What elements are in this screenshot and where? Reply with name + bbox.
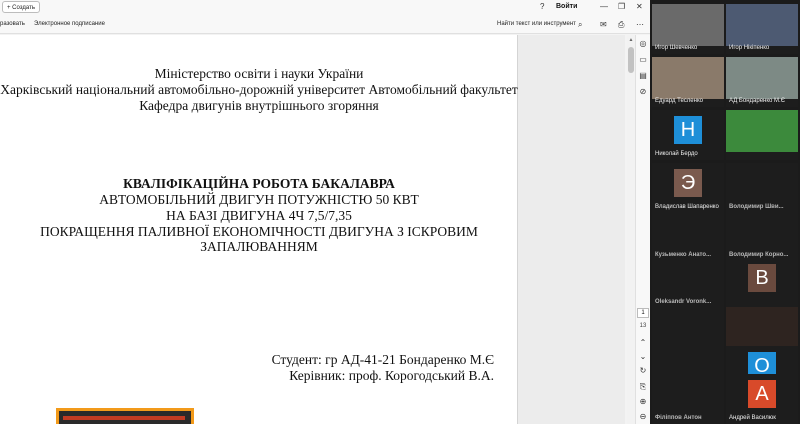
participant-tile[interactable]: АД Бондаренко М.Є [726,57,798,107]
participant-video [726,4,798,46]
doc-supervisor-line: Керівник: проф. Корогодський В.А. [289,368,494,383]
page-down-icon[interactable]: ⌄ [636,352,650,362]
attach-icon[interactable]: ⊘ [636,87,650,97]
doc-title-line-4: ЗАПАЛЮВАННЯМ [200,239,318,254]
participant-name: Едуард Тесленко [655,98,703,104]
participant-avatar: Н [674,116,702,144]
participant-name: Oleksandr Voronk... [655,299,712,305]
vertical-scrollbar[interactable]: ▲ [627,35,635,424]
participant-name: Николай Бердо [655,151,698,157]
participant-video [726,110,798,152]
participant-avatar: А [748,380,776,408]
login-button[interactable]: Войти [556,1,577,13]
doc-title-line-3: ПОКРАЩЕННЯ ПАЛИВНОЇ ЕКОНОМІЧНОСТІ ДВИГУН… [40,224,478,239]
create-button-label: Создать [12,5,35,11]
participant-name: Владислав Шапаренко [655,204,719,210]
pages-icon[interactable]: ▤ [636,71,650,81]
pdf-viewer-window: + Создать ? Войти — ❐ ✕ разовать Электро… [0,0,650,424]
document-canvas[interactable]: Міністерство освіти і науки України Харк… [0,35,625,424]
doc-work-type: КВАЛІФІКАЦІЙНА РОБОТА БАКАЛАВРА [123,176,395,191]
participant-tile[interactable]: Н Николай Бердо [652,110,724,160]
export-icon[interactable]: ⎘ [636,382,650,392]
pdf-toolbar: разовать Электронное подписание Найти те… [0,14,650,34]
participant-name: АД Бондаренко М.Є [729,98,786,104]
current-page-field[interactable]: 1 [637,308,649,318]
scroll-up-icon[interactable]: ▲ [627,37,635,43]
participant-tile[interactable]: Володимир Шви... [726,163,798,213]
participant-video [652,57,724,99]
scroll-thumb[interactable] [628,47,634,73]
doc-department-line: Кафедра двигунів внутрішнього згоряння [139,98,379,113]
participant-video [726,57,798,99]
right-tool-rail: ◎ ▭ ▤ ⊘ 1 13 ⌃ ⌄ ↻ ⎘ ⊕ ⊖ [635,35,650,424]
search-icon[interactable]: ⌕ [578,19,582,31]
participant-tile[interactable]: Володимир Корно... [726,211,798,261]
meeting-participants-panel: Игор Шевченко Игор Нікіпенко Едуард Теслен… [650,0,800,424]
participant-tile[interactable]: Едуард Тесленко [652,57,724,107]
page-up-icon[interactable]: ⌃ [636,338,650,348]
participant-tile[interactable]: Oleksandr Voronk... [652,258,724,308]
total-pages: 13 [639,323,647,329]
find-tool-label[interactable]: Найти текст или инструмент [497,14,576,34]
participant-tile[interactable]: В [726,258,798,308]
participant-tile[interactable]: Кузьменко Анато... [652,211,724,261]
participant-tile[interactable] [726,110,798,160]
participant-avatar: Э [674,169,702,197]
participant-name: Володимир Шви... [729,204,784,210]
toolbar-tool-esign[interactable]: Электронное подписание [34,14,105,34]
zoom-out-icon[interactable]: ⊖ [636,412,650,422]
participant-video [652,4,724,46]
doc-student-line: Студент: гр АД-41-21 Бондаренко М.Є [271,352,494,367]
participant-name: Андрей Василюк [729,415,776,421]
maximize-icon[interactable]: ❐ [618,1,625,13]
zoom-in-icon[interactable]: ⊕ [636,397,650,407]
help-icon[interactable]: ? [540,1,544,13]
app-titlebar: + Создать ? Войти — ❐ ✕ [0,0,650,14]
participant-tile[interactable]: А Андрей Василюк [726,374,798,424]
participant-name: Игор Нікіпенко [729,45,770,51]
stamp-strip [63,416,185,420]
doc-title-line-2: НА БАЗІ ДВИГУНА 4Ч 7,5/7,35 [166,208,352,223]
participant-tile[interactable]: Игор Шевченко [652,4,724,54]
comment-icon[interactable]: ◎ [636,39,650,49]
refresh-icon[interactable]: ↻ [636,366,650,376]
doc-university-line: Харківський національний автомобільно-до… [0,82,518,97]
doc-title-line-1: АВТОМОБІЛЬНИЙ ДВИГУН ПОТУЖНІСТЮ 50 КВТ [99,192,419,207]
participant-tile[interactable]: Філіппов Антон [652,374,724,424]
close-icon[interactable]: ✕ [636,1,643,13]
participant-tile[interactable]: Э Владислав Шапаренко [652,163,724,213]
more-icon[interactable]: ⋯ [636,19,644,31]
orange-frame-graphic [56,408,194,424]
pdf-page: Міністерство освіти і науки України Харк… [0,35,518,424]
bookmark-icon[interactable]: ▭ [636,55,650,65]
minimize-icon[interactable]: — [600,1,608,13]
participant-name: Філіппов Антон [655,415,702,421]
doc-ministry-line: Міністерство освіти і науки України [154,66,364,81]
create-button[interactable]: + Создать [2,1,40,13]
toolbar-tool-convert[interactable]: разовать [0,14,25,34]
mail-icon[interactable]: ✉ [600,19,607,31]
print-icon[interactable]: ⎙ [618,19,624,31]
participant-name: Игор Шевченко [655,45,698,51]
participant-video [726,307,798,349]
participant-avatar: В [748,264,776,292]
participant-tile[interactable]: Игор Нікіпенко [726,4,798,54]
